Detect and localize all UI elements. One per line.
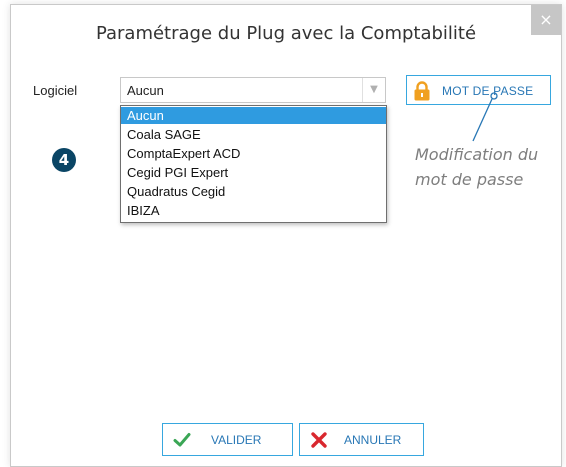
callout-line-1: Modification du: [415, 145, 539, 164]
step-number-badge: 4: [52, 148, 76, 172]
validate-button-label: VALIDER: [211, 433, 262, 447]
validate-button[interactable]: VALIDER: [162, 423, 293, 456]
password-callout: Modification du mot de passe: [415, 142, 565, 192]
x-icon: [311, 432, 327, 448]
check-icon: [173, 433, 191, 447]
cancel-button-label: ANNULER: [344, 433, 402, 447]
cancel-button[interactable]: ANNULER: [299, 423, 424, 456]
callout-line-2: mot de passe: [415, 170, 524, 189]
plug-settings-dialog: Paramétrage du Plug avec la Comptabilité…: [10, 4, 562, 467]
